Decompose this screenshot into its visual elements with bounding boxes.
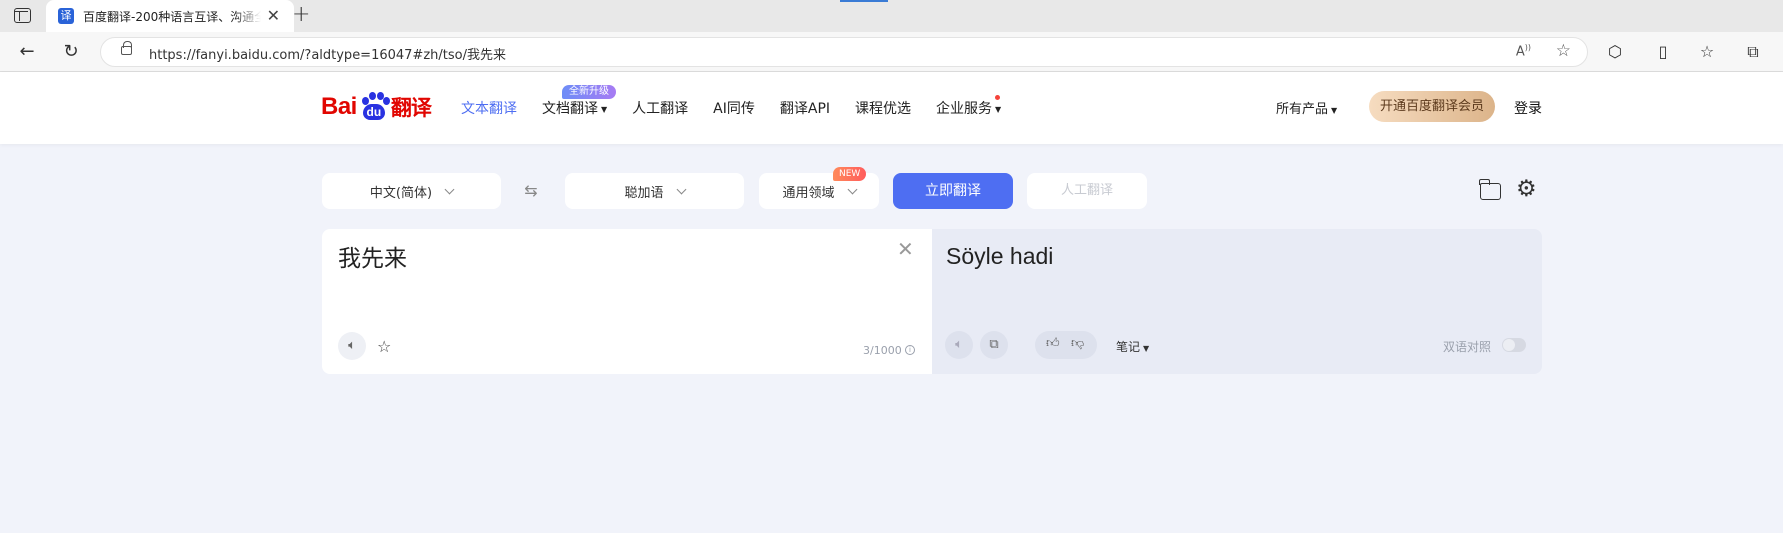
- folder-icon[interactable]: [1479, 179, 1501, 200]
- feedback-buttons: 👍︎ 👎︎: [1035, 331, 1097, 359]
- nav-ai-interpret[interactable]: AI同传: [713, 98, 755, 118]
- caret-down-icon: ▼: [601, 104, 608, 114]
- source-text-panel: 我先来 ✕ 🔈︎ ☆ 3/1000 i: [322, 229, 932, 374]
- caret-down-icon: ▼: [1331, 106, 1338, 115]
- target-language-label: 聪加语: [624, 185, 664, 201]
- url-text: https://fanyi.baidu.com/?aldtype=16047#z…: [149, 48, 506, 63]
- browser-tab-bar: 译 百度翻译-200种语言互译、沟通全世界！ ✕ +: [0, 0, 1783, 32]
- target-text-panel: Söyle hadi 🔈︎ ⧉ 👍︎ 👎︎ 笔记 ▼ 双语对照: [932, 229, 1542, 374]
- notes-menu[interactable]: 笔记 ▼: [1116, 338, 1149, 355]
- extensions-icon[interactable]: ⬡: [1604, 41, 1626, 63]
- favorites-icon[interactable]: ☆: [1696, 41, 1718, 63]
- add-favorite-icon[interactable]: ☆: [1556, 41, 1571, 61]
- target-speaker-icon[interactable]: 🔈︎: [945, 331, 973, 359]
- tab-title: 百度翻译-200种语言互译、沟通全世界！: [83, 9, 261, 24]
- character-count: 3/1000: [863, 344, 902, 357]
- close-tab-icon[interactable]: ✕: [267, 8, 280, 24]
- site-header: Bai du 翻译 文本翻译 文档翻译 ▼ 人工翻译 AI同传 翻译API 课程优…: [0, 72, 1783, 144]
- target-language-select[interactable]: 聪加语: [565, 173, 744, 209]
- logo-du-text: du: [362, 104, 385, 120]
- caret-down-icon: ▼: [995, 104, 1002, 114]
- bilingual-label: 双语对照: [1443, 340, 1492, 354]
- baidu-paw-icon: du: [359, 92, 390, 122]
- login-link[interactable]: 登录: [1514, 98, 1542, 118]
- nav-document-translate[interactable]: 文档翻译 ▼: [542, 98, 607, 118]
- back-icon[interactable]: ←: [16, 41, 38, 63]
- favicon-icon: 译: [58, 8, 74, 24]
- address-bar: ← ↻ https://fanyi.baidu.com/?aldtype=160…: [0, 32, 1783, 72]
- human-translate-button[interactable]: 人工翻译: [1027, 173, 1147, 209]
- read-aloud-icon[interactable]: A)): [1516, 43, 1531, 59]
- lock-icon: [121, 41, 132, 55]
- swap-languages-icon[interactable]: ⇆: [521, 183, 541, 199]
- collections-icon[interactable]: ⧉: [1742, 41, 1764, 63]
- source-textarea[interactable]: 我先来: [338, 239, 407, 273]
- nav-enterprise-services[interactable]: 企业服务 ▼: [936, 98, 1001, 118]
- copy-icon[interactable]: ⧉: [980, 331, 1008, 359]
- thumbs-down-icon[interactable]: 👎︎: [1071, 336, 1084, 351]
- vip-membership-button[interactable]: 开通百度翻译会员: [1369, 91, 1495, 122]
- new-badge: NEW: [833, 167, 867, 181]
- nav-courses[interactable]: 课程优选: [855, 98, 911, 118]
- baidu-fanyi-logo[interactable]: Bai du 翻译: [321, 90, 432, 124]
- nav-text-translate[interactable]: 文本翻译: [461, 98, 517, 118]
- thumbs-up-icon[interactable]: 👍︎: [1046, 336, 1060, 351]
- source-language-select[interactable]: 中文(简体): [322, 173, 501, 209]
- split-screen-icon[interactable]: ▯: [1652, 41, 1674, 63]
- bilingual-toggle[interactable]: [1502, 338, 1526, 352]
- main-nav: 文本翻译 文档翻译 ▼ 人工翻译 AI同传 翻译API 课程优选 企业服务 ▼: [461, 98, 1026, 118]
- chevron-down-icon: [847, 184, 857, 194]
- nav-translate-api[interactable]: 翻译API: [780, 98, 830, 118]
- sidebar-toggle-icon[interactable]: [14, 8, 31, 23]
- star-icon[interactable]: ☆: [377, 337, 391, 356]
- url-input[interactable]: https://fanyi.baidu.com/?aldtype=16047#z…: [100, 37, 1588, 67]
- notes-label: 笔记: [1116, 340, 1141, 354]
- logo-fanyi-text: 翻译: [390, 96, 432, 120]
- logo-bai-text: Bai: [321, 93, 357, 120]
- reload-icon[interactable]: ↻: [60, 41, 82, 63]
- all-products-menu[interactable]: 所有产品 ▼: [1276, 98, 1337, 117]
- notification-dot: [995, 95, 1000, 100]
- source-speaker-icon[interactable]: 🔈︎: [338, 332, 366, 360]
- nav-human-translate[interactable]: 人工翻译: [632, 98, 688, 118]
- info-icon[interactable]: i: [905, 345, 915, 355]
- chevron-down-icon: [444, 184, 455, 194]
- upgrade-badge: 全新升级: [562, 85, 616, 99]
- caret-down-icon: ▼: [1143, 344, 1150, 353]
- translate-button[interactable]: 立即翻译: [893, 173, 1013, 209]
- source-language-label: 中文(简体): [369, 185, 433, 201]
- clear-input-icon[interactable]: ✕: [897, 239, 914, 259]
- browser-tab[interactable]: 译 百度翻译-200种语言互译、沟通全世界！ ✕: [46, 0, 294, 32]
- tab-bar-accent: [840, 0, 888, 2]
- chevron-down-icon: [676, 184, 686, 194]
- nav-enterprise-services-label: 企业服务: [936, 101, 993, 117]
- domain-label: 通用领域: [782, 185, 835, 201]
- all-products-label: 所有产品: [1276, 102, 1329, 117]
- translation-result: Söyle hadi: [946, 243, 1054, 269]
- new-tab-icon[interactable]: +: [292, 4, 310, 26]
- nav-document-translate-label: 文档翻译: [542, 101, 598, 117]
- settings-gear-icon[interactable]: ⚙: [1516, 178, 1537, 201]
